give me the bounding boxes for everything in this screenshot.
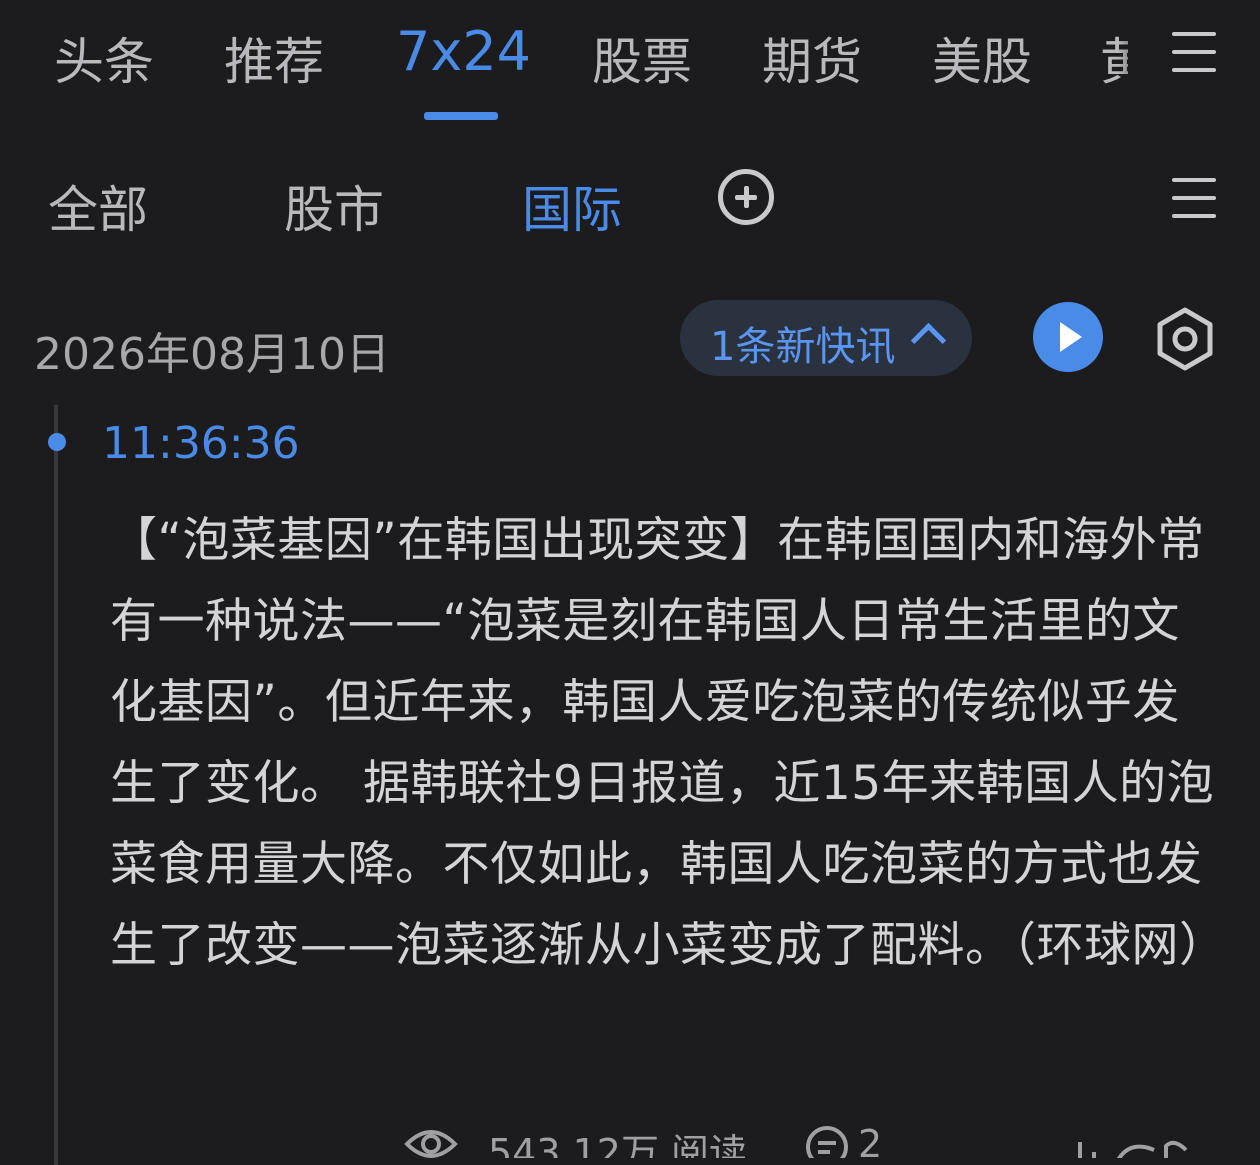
tab-us-stocks[interactable]: 美股 xyxy=(932,22,1032,94)
new-flash-label: 1条新快讯 xyxy=(710,324,896,370)
tab-fade xyxy=(1118,0,1158,124)
settings-hexagon-icon[interactable] xyxy=(1152,306,1218,372)
share-icon[interactable] xyxy=(1074,1128,1194,1158)
active-tab-indicator xyxy=(424,112,498,120)
top-nav: 头条 推荐 7x24 股票 期货 美股 黄 xyxy=(0,0,1260,124)
subtab-international[interactable]: 国际 xyxy=(522,170,622,242)
news-stats-row: 543.12万 阅读 2 xyxy=(0,1110,1260,1158)
eye-icon xyxy=(404,1130,458,1158)
timeline-dot xyxy=(48,433,66,451)
view-count: 543.12万 阅读 xyxy=(488,1131,748,1158)
add-subtab-plus-icon[interactable] xyxy=(718,169,774,225)
date-label: 2026年08月10日 xyxy=(34,329,390,380)
tabs-menu-icon[interactable] xyxy=(1172,32,1216,72)
tab-7x24[interactable]: 7x24 xyxy=(396,20,531,83)
news-time: 11:36:36 xyxy=(102,418,300,469)
sub-nav: 全部 股市 国际 xyxy=(0,140,1260,260)
chevron-up-icon xyxy=(910,322,947,359)
comment-count: 2 xyxy=(858,1122,883,1158)
subtab-stock-market[interactable]: 股市 xyxy=(284,170,384,242)
news-content[interactable]: 【“泡菜基因”在韩国出现突变】在韩国国内和海外常有一种说法——“泡菜是刻在韩国人… xyxy=(110,500,1226,986)
comment-icon[interactable] xyxy=(804,1124,850,1158)
tab-recommended[interactable]: 推荐 xyxy=(224,22,324,94)
tab-futures[interactable]: 期货 xyxy=(762,22,862,94)
new-flash-button[interactable]: 1条新快讯 xyxy=(680,300,972,376)
tab-headlines[interactable]: 头条 xyxy=(54,22,154,94)
play-audio-icon[interactable] xyxy=(1033,302,1103,372)
subtabs-menu-icon[interactable] xyxy=(1172,178,1216,218)
subtab-all[interactable]: 全部 xyxy=(48,170,148,242)
timeline-line xyxy=(54,405,58,1165)
tab-stocks[interactable]: 股票 xyxy=(592,22,692,94)
